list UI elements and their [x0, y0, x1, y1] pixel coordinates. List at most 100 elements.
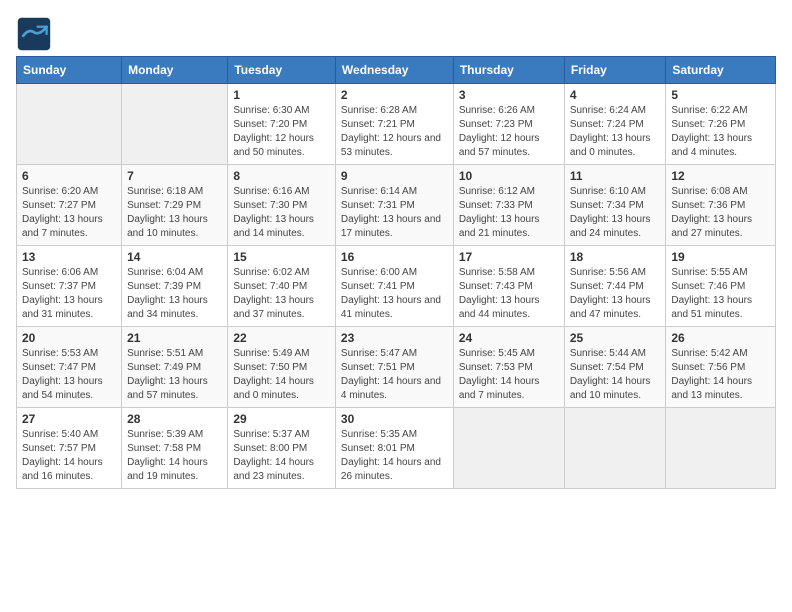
- day-number: 28: [127, 412, 222, 426]
- day-number: 11: [570, 169, 661, 183]
- calendar-cell: [17, 84, 122, 165]
- day-number: 30: [341, 412, 448, 426]
- day-detail: Sunrise: 5:55 AM Sunset: 7:46 PM Dayligh…: [671, 266, 770, 322]
- day-detail: Sunrise: 6:24 AM Sunset: 7:24 PM Dayligh…: [570, 104, 661, 160]
- day-detail: Sunrise: 6:08 AM Sunset: 7:36 PM Dayligh…: [671, 185, 770, 241]
- header-friday: Friday: [564, 57, 666, 84]
- calendar-cell: 21 Sunrise: 5:51 AM Sunset: 7:49 PM Dayli…: [122, 327, 228, 408]
- day-detail: Sunrise: 5:37 AM Sunset: 8:00 PM Dayligh…: [233, 428, 330, 484]
- calendar-cell: [453, 408, 564, 489]
- calendar-cell: [666, 408, 776, 489]
- calendar-cell: 22 Sunrise: 5:49 AM Sunset: 7:50 PM Dayli…: [228, 327, 336, 408]
- calendar-cell: 17 Sunrise: 5:58 AM Sunset: 7:43 PM Dayli…: [453, 246, 564, 327]
- calendar-cell: 1Sunrise: 6:30 AM Sunset: 7:20 PM Daylig…: [228, 84, 336, 165]
- calendar-cell: 30 Sunrise: 5:35 AM Sunset: 8:01 PM Dayli…: [335, 408, 453, 489]
- calendar-cell: 25Sunrise: 5:44 AM Sunset: 7:54 PM Dayli…: [564, 327, 666, 408]
- calendar-cell: 6 Sunrise: 6:20 AM Sunset: 7:27 PM Daylig…: [17, 165, 122, 246]
- header-row: SundayMondayTuesdayWednesdayThursdayFrid…: [17, 57, 776, 84]
- calendar-cell: 11Sunrise: 6:10 AM Sunset: 7:34 PM Dayli…: [564, 165, 666, 246]
- header-saturday: Saturday: [666, 57, 776, 84]
- day-number: 8: [233, 169, 330, 183]
- logo-icon: [16, 16, 52, 52]
- calendar-cell: 27Sunrise: 5:40 AM Sunset: 7:57 PM Dayli…: [17, 408, 122, 489]
- day-number: 29: [233, 412, 330, 426]
- day-detail: Sunrise: 6:04 AM Sunset: 7:39 PM Dayligh…: [127, 266, 222, 322]
- day-number: 24: [459, 331, 559, 345]
- logo: [16, 16, 56, 52]
- day-number: 20: [22, 331, 116, 345]
- day-detail: Sunrise: 6:02 AM Sunset: 7:40 PM Dayligh…: [233, 266, 330, 322]
- day-number: 26: [671, 331, 770, 345]
- day-detail: Sunrise: 5:47 AM Sunset: 7:51 PM Dayligh…: [341, 347, 448, 403]
- day-detail: Sunrise: 5:49 AM Sunset: 7:50 PM Dayligh…: [233, 347, 330, 403]
- calendar-cell: 9Sunrise: 6:14 AM Sunset: 7:31 PM Daylig…: [335, 165, 453, 246]
- calendar-cell: 12 Sunrise: 6:08 AM Sunset: 7:36 PM Dayli…: [666, 165, 776, 246]
- day-detail: Sunrise: 6:20 AM Sunset: 7:27 PM Dayligh…: [22, 185, 116, 241]
- day-number: 16: [341, 250, 448, 264]
- week-row-5: 27Sunrise: 5:40 AM Sunset: 7:57 PM Dayli…: [17, 408, 776, 489]
- calendar-cell: 18 Sunrise: 5:56 AM Sunset: 7:44 PM Dayli…: [564, 246, 666, 327]
- day-number: 4: [570, 88, 661, 102]
- day-detail: Sunrise: 5:53 AM Sunset: 7:47 PM Dayligh…: [22, 347, 116, 403]
- calendar-cell: 5 Sunrise: 6:22 AM Sunset: 7:26 PM Daylig…: [666, 84, 776, 165]
- day-number: 15: [233, 250, 330, 264]
- day-number: 13: [22, 250, 116, 264]
- day-number: 17: [459, 250, 559, 264]
- calendar-cell: [564, 408, 666, 489]
- day-detail: Sunrise: 5:42 AM Sunset: 7:56 PM Dayligh…: [671, 347, 770, 403]
- page-header: [16, 16, 776, 52]
- day-detail: Sunrise: 6:06 AM Sunset: 7:37 PM Dayligh…: [22, 266, 116, 322]
- day-number: 21: [127, 331, 222, 345]
- day-detail: Sunrise: 5:58 AM Sunset: 7:43 PM Dayligh…: [459, 266, 559, 322]
- calendar-cell: 20 Sunrise: 5:53 AM Sunset: 7:47 PM Dayli…: [17, 327, 122, 408]
- day-detail: Sunrise: 6:14 AM Sunset: 7:31 PM Dayligh…: [341, 185, 448, 241]
- header-tuesday: Tuesday: [228, 57, 336, 84]
- header-sunday: Sunday: [17, 57, 122, 84]
- calendar-cell: 7 Sunrise: 6:18 AM Sunset: 7:29 PM Daylig…: [122, 165, 228, 246]
- calendar-table: SundayMondayTuesdayWednesdayThursdayFrid…: [16, 56, 776, 489]
- day-number: 18: [570, 250, 661, 264]
- day-number: 27: [22, 412, 116, 426]
- day-detail: Sunrise: 6:12 AM Sunset: 7:33 PM Dayligh…: [459, 185, 559, 241]
- day-number: 2: [341, 88, 448, 102]
- week-row-4: 20 Sunrise: 5:53 AM Sunset: 7:47 PM Dayli…: [17, 327, 776, 408]
- header-thursday: Thursday: [453, 57, 564, 84]
- day-detail: Sunrise: 5:51 AM Sunset: 7:49 PM Dayligh…: [127, 347, 222, 403]
- day-detail: Sunrise: 6:28 AM Sunset: 7:21 PM Dayligh…: [341, 104, 448, 160]
- day-number: 6: [22, 169, 116, 183]
- day-number: 12: [671, 169, 770, 183]
- day-number: 22: [233, 331, 330, 345]
- calendar-cell: 16 Sunrise: 6:00 AM Sunset: 7:41 PM Dayli…: [335, 246, 453, 327]
- day-detail: Sunrise: 6:26 AM Sunset: 7:23 PM Dayligh…: [459, 104, 559, 160]
- day-detail: Sunrise: 6:30 AM Sunset: 7:20 PM Dayligh…: [233, 104, 330, 160]
- day-number: 19: [671, 250, 770, 264]
- header-wednesday: Wednesday: [335, 57, 453, 84]
- day-detail: Sunrise: 5:35 AM Sunset: 8:01 PM Dayligh…: [341, 428, 448, 484]
- calendar-cell: 24Sunrise: 5:45 AM Sunset: 7:53 PM Dayli…: [453, 327, 564, 408]
- week-row-2: 6 Sunrise: 6:20 AM Sunset: 7:27 PM Daylig…: [17, 165, 776, 246]
- header-monday: Monday: [122, 57, 228, 84]
- calendar-cell: 2 Sunrise: 6:28 AM Sunset: 7:21 PM Daylig…: [335, 84, 453, 165]
- day-number: 7: [127, 169, 222, 183]
- calendar-cell: [122, 84, 228, 165]
- week-row-1: 1Sunrise: 6:30 AM Sunset: 7:20 PM Daylig…: [17, 84, 776, 165]
- day-detail: Sunrise: 6:22 AM Sunset: 7:26 PM Dayligh…: [671, 104, 770, 160]
- calendar-cell: 14Sunrise: 6:04 AM Sunset: 7:39 PM Dayli…: [122, 246, 228, 327]
- calendar-cell: 13 Sunrise: 6:06 AM Sunset: 7:37 PM Dayli…: [17, 246, 122, 327]
- day-number: 3: [459, 88, 559, 102]
- day-detail: Sunrise: 6:16 AM Sunset: 7:30 PM Dayligh…: [233, 185, 330, 241]
- calendar-cell: 26 Sunrise: 5:42 AM Sunset: 7:56 PM Dayli…: [666, 327, 776, 408]
- calendar-cell: 19 Sunrise: 5:55 AM Sunset: 7:46 PM Dayli…: [666, 246, 776, 327]
- calendar-cell: 29 Sunrise: 5:37 AM Sunset: 8:00 PM Dayli…: [228, 408, 336, 489]
- day-number: 23: [341, 331, 448, 345]
- calendar-cell: 15 Sunrise: 6:02 AM Sunset: 7:40 PM Dayli…: [228, 246, 336, 327]
- calendar-cell: 8 Sunrise: 6:16 AM Sunset: 7:30 PM Daylig…: [228, 165, 336, 246]
- calendar-cell: 28 Sunrise: 5:39 AM Sunset: 7:58 PM Dayli…: [122, 408, 228, 489]
- day-detail: Sunrise: 6:00 AM Sunset: 7:41 PM Dayligh…: [341, 266, 448, 322]
- day-detail: Sunrise: 5:39 AM Sunset: 7:58 PM Dayligh…: [127, 428, 222, 484]
- day-detail: Sunrise: 6:18 AM Sunset: 7:29 PM Dayligh…: [127, 185, 222, 241]
- day-detail: Sunrise: 5:44 AM Sunset: 7:54 PM Dayligh…: [570, 347, 661, 403]
- day-number: 5: [671, 88, 770, 102]
- day-number: 10: [459, 169, 559, 183]
- day-detail: Sunrise: 5:56 AM Sunset: 7:44 PM Dayligh…: [570, 266, 661, 322]
